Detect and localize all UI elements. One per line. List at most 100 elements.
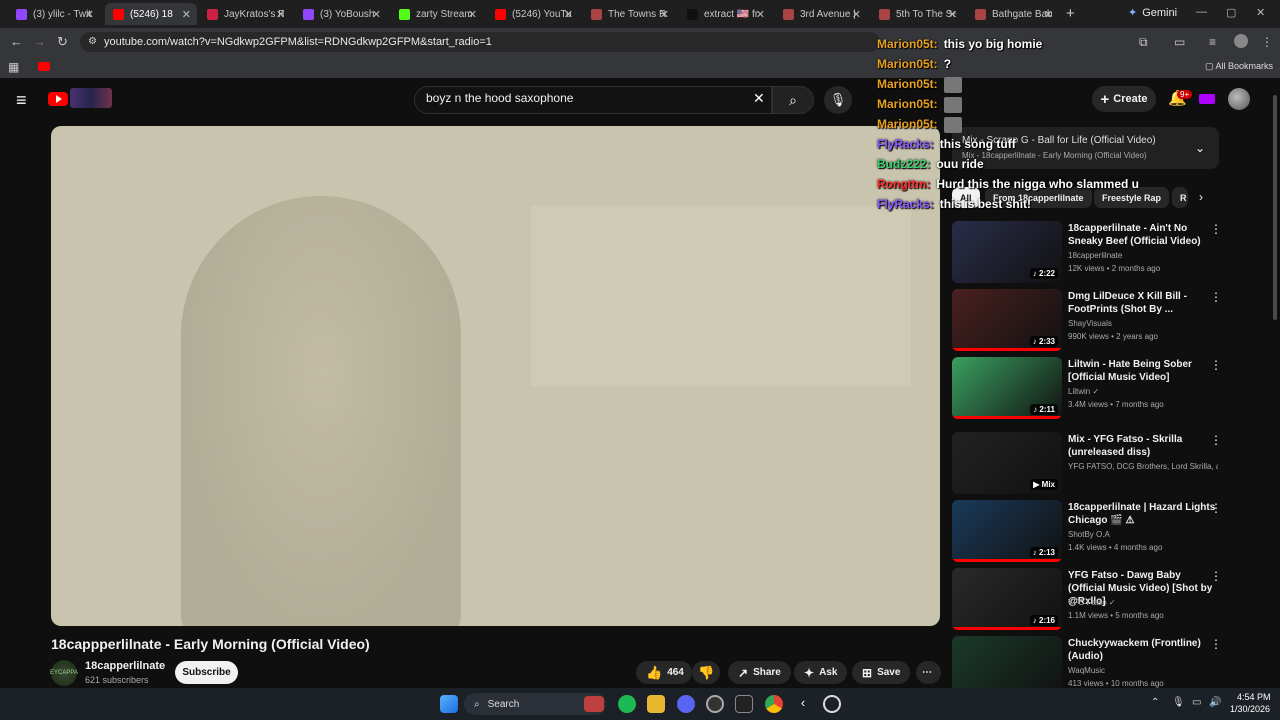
rec-more-icon[interactable]: ⋮ — [1210, 358, 1222, 372]
browser-tab[interactable]: (5246) YouTu ✕ — [487, 3, 579, 25]
close-window-icon[interactable]: ✕ — [1256, 6, 1265, 19]
gemini-button[interactable]: ✦ Gemini — [1128, 6, 1177, 20]
rec-channel[interactable]: YFG Fatso ✓ — [1068, 598, 1218, 607]
rec-thumbnail[interactable]: ♪ 2:22 — [952, 221, 1062, 283]
close-tab-icon[interactable]: ✕ — [564, 8, 573, 21]
clear-search-icon[interactable]: ✕ — [753, 90, 765, 107]
discord-icon[interactable] — [677, 695, 695, 713]
tray-mic-icon[interactable]: 🎙 — [1172, 697, 1185, 708]
sidepanel-icon[interactable]: ▭ — [1174, 35, 1185, 49]
media-icon[interactable]: ≡ — [1209, 35, 1216, 49]
volume-icon[interactable]: 🔊 — [1209, 697, 1221, 708]
close-tab-icon[interactable]: ✕ — [85, 8, 94, 21]
rec-thumbnail[interactable]: ♪ 2:11 — [952, 357, 1062, 419]
network-icon[interactable]: ▭ — [1192, 697, 1201, 708]
hamburger-menu-icon[interactable]: ≡ — [16, 90, 27, 111]
app-icon[interactable] — [706, 695, 724, 713]
channel-name[interactable]: 18capperlilnate — [85, 660, 165, 672]
close-tab-icon[interactable]: ✕ — [756, 8, 765, 21]
ask-button[interactable]: ✦ Ask — [794, 661, 848, 684]
video-player[interactable] — [51, 126, 940, 626]
close-tab-icon[interactable]: ✕ — [1044, 8, 1053, 21]
rec-channel[interactable]: ShayVisuals — [1068, 319, 1218, 328]
menu-icon[interactable]: ⋮ — [1261, 35, 1273, 49]
back-arrow-icon[interactable]: ← — [10, 34, 23, 49]
browser-tab[interactable]: zarty Stream ✕ — [391, 3, 483, 25]
chevron-right-icon[interactable]: › — [1199, 190, 1203, 204]
close-tab-icon[interactable]: ✕ — [372, 8, 381, 21]
browser-tab[interactable]: 5th To The Se ✕ — [871, 3, 963, 25]
rec-channel[interactable]: YFG FATSO, DCG Brothers, Lord Skrilla, a… — [1068, 462, 1218, 471]
start-menu-icon[interactable] — [440, 695, 458, 713]
minimize-icon[interactable]: — — [1196, 6, 1207, 18]
search-button[interactable]: ⌕ — [772, 86, 814, 114]
like-button[interactable]: 👍 464 — [636, 661, 692, 684]
rec-title[interactable]: 18capperlilnate - Ain't No Sneaky Beef (… — [1068, 222, 1218, 248]
share-button[interactable]: ↗ Share — [728, 661, 791, 684]
youtube-logo[interactable] — [48, 92, 68, 106]
youtube-bookmark-icon[interactable] — [38, 62, 50, 71]
browser-tab[interactable]: (3) YoBoush ✕ — [295, 3, 387, 25]
search-input[interactable] — [426, 91, 746, 105]
rec-title[interactable]: 18capperlilnate | Hazard Lights Chicago … — [1068, 501, 1218, 527]
clock-time[interactable]: 4:54 PM — [1237, 692, 1271, 702]
all-bookmarks-link[interactable]: ▢ All Bookmarks — [1205, 61, 1273, 72]
app-ring-icon[interactable] — [823, 695, 841, 713]
rec-more-icon[interactable]: ⋮ — [1210, 501, 1222, 515]
rec-more-icon[interactable]: ⋮ — [1210, 637, 1222, 651]
close-tab-icon[interactable]: ✕ — [852, 8, 861, 21]
chip-more[interactable]: R — [1172, 187, 1188, 208]
more-actions-button[interactable]: ⋯ — [916, 661, 941, 684]
rec-more-icon[interactable]: ⋮ — [1210, 290, 1222, 304]
dislike-button[interactable]: 👎 — [692, 661, 720, 684]
apps-grid-icon[interactable]: ▦ — [8, 60, 19, 74]
rec-title[interactable]: Dmg LilDeuce X Kill Bill - FootPrints (S… — [1068, 290, 1218, 316]
app-arrow-icon[interactable]: ‹ — [794, 695, 812, 713]
url-field[interactable]: youtube.com/watch?v=NGdkwp2GFPM&list=RDN… — [80, 32, 880, 52]
rec-channel[interactable]: ShotBy O.A — [1068, 530, 1218, 539]
close-tab-icon[interactable]: ✕ — [276, 8, 285, 21]
rec-channel[interactable]: WaqMusic — [1068, 666, 1218, 675]
channel-avatar[interactable]: EYCAPPA — [50, 660, 78, 686]
browser-tab[interactable]: The Towns R ✕ — [583, 3, 675, 25]
rec-thumbnail[interactable]: ♪ 2:16 — [952, 568, 1062, 630]
spotify-icon[interactable] — [618, 695, 636, 713]
browser-tab[interactable]: 3rd Avenue | ✕ — [775, 3, 867, 25]
epic-games-icon[interactable] — [735, 695, 753, 713]
subscribe-button[interactable]: Subscribe — [175, 661, 238, 684]
rec-title[interactable]: Mix - YFG Fatso - Skrilla (unreleased di… — [1068, 433, 1218, 459]
extensions-icon[interactable]: ⧉ — [1139, 35, 1148, 50]
rec-more-icon[interactable]: ⋮ — [1210, 222, 1222, 236]
rec-more-icon[interactable]: ⋮ — [1210, 569, 1222, 583]
voice-search-button[interactable]: 🎙 — [824, 86, 852, 114]
browser-tab[interactable]: Bathgate Bab ✕ — [967, 3, 1059, 25]
site-info-icon[interactable]: ⚙ — [88, 36, 97, 47]
rec-channel[interactable]: 18capperlilnate — [1068, 251, 1218, 260]
save-button[interactable]: ⊞ Save — [852, 661, 911, 684]
chevron-down-icon[interactable]: ⌄ — [1195, 141, 1205, 155]
browser-tab[interactable]: (3) ylilc - Twit ✕ — [8, 3, 100, 25]
clock-date[interactable]: 1/30/2026 — [1230, 704, 1270, 714]
create-button[interactable]: + Create — [1092, 86, 1156, 112]
browser-tab[interactable]: (5246) 18 ✕ — [105, 3, 197, 25]
rec-more-icon[interactable]: ⋮ — [1210, 433, 1222, 447]
forward-arrow-icon[interactable]: → — [33, 34, 46, 49]
close-tab-icon[interactable]: ✕ — [948, 8, 957, 21]
rec-title[interactable]: Liltwin - Hate Being Sober [Official Mus… — [1068, 358, 1218, 384]
rec-thumbnail[interactable]: ♪ 2:33 — [952, 289, 1062, 351]
file-explorer-icon[interactable] — [647, 695, 665, 713]
tray-chevron-icon[interactable]: ⌃ — [1151, 697, 1159, 708]
close-tab-icon[interactable]: ✕ — [660, 8, 669, 21]
maximize-icon[interactable]: ▢ — [1226, 6, 1236, 19]
rec-channel[interactable]: Liltwin ✓ — [1068, 387, 1218, 396]
scrollbar-thumb[interactable] — [1273, 95, 1277, 320]
account-avatar[interactable] — [1228, 88, 1250, 110]
doodle-art[interactable] — [70, 88, 112, 108]
new-tab-button[interactable]: + — [1066, 5, 1075, 22]
browser-tab[interactable]: JayKratos's R ✕ — [199, 3, 291, 25]
close-tab-icon[interactable]: ✕ — [182, 8, 191, 21]
chrome-icon[interactable] — [765, 695, 783, 713]
search-highlight-icon[interactable] — [584, 696, 604, 712]
browser-tab[interactable]: extract 🇺🇸 fr ✕ — [679, 3, 771, 25]
rec-thumbnail[interactable]: ▶ Mix — [952, 432, 1062, 494]
